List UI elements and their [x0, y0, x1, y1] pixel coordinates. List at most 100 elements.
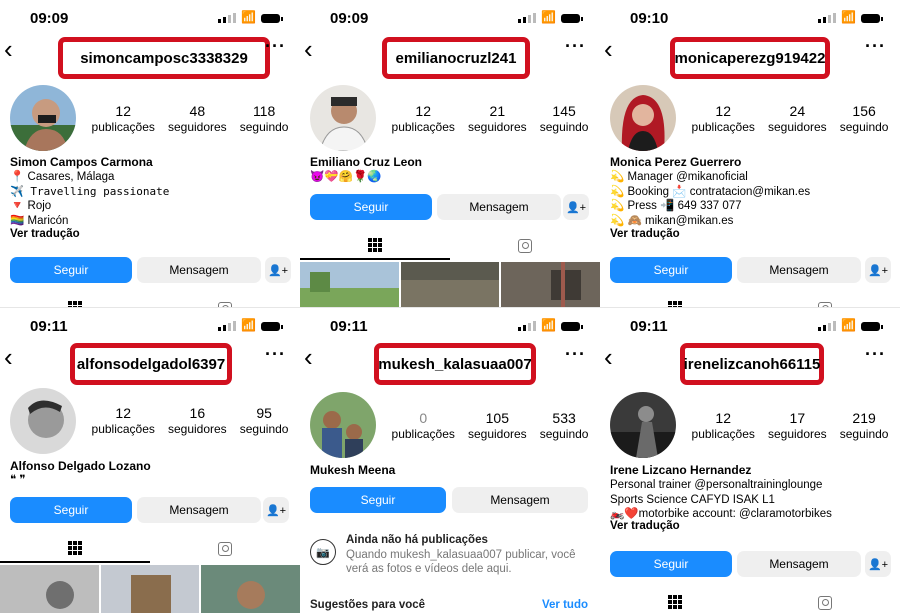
back-icon[interactable]: ‹ — [4, 36, 13, 62]
post-thumbnail[interactable] — [0, 565, 99, 613]
follow-button[interactable]: Seguir — [610, 257, 732, 283]
follow-button[interactable]: Seguir — [310, 194, 432, 220]
status-time: 09:09 — [30, 10, 69, 27]
following-stat[interactable]: 118 seguindo — [240, 103, 289, 134]
post-thumbnail[interactable] — [101, 565, 199, 613]
posts-stat[interactable]: 12 publicações — [392, 103, 455, 134]
message-button[interactable]: Mensagem — [137, 497, 261, 523]
avatar[interactable] — [10, 85, 76, 151]
grid-icon — [368, 238, 382, 252]
tab-posts-grid[interactable] — [600, 589, 750, 615]
add-user-button[interactable]: 👤+ — [263, 497, 289, 523]
posts-stat[interactable]: 12 publicações — [692, 410, 755, 441]
message-button[interactable]: Mensagem — [737, 257, 861, 283]
avatar[interactable] — [610, 85, 676, 151]
tab-tagged[interactable] — [450, 232, 600, 260]
follow-button[interactable]: Seguir — [610, 551, 732, 577]
grid-icon — [668, 595, 682, 609]
tab-tagged[interactable] — [150, 535, 300, 563]
tab-tagged[interactable] — [150, 295, 300, 307]
signal-icon — [518, 320, 537, 331]
follow-button[interactable]: Seguir — [310, 487, 446, 513]
more-options-icon[interactable]: ··· — [565, 344, 586, 365]
username: mukesh_kalasuaa007 — [378, 355, 532, 373]
bio-line: 💫 Booking 📩 contratacion@mikan.es — [610, 185, 811, 198]
followers-stat[interactable]: 48 seguidores — [168, 103, 227, 134]
status-bar: 09:11 📶 — [600, 308, 900, 344]
posts-stat[interactable]: 12 publicações — [92, 103, 155, 134]
posts-stat[interactable]: 0 publicações — [392, 410, 455, 441]
back-icon[interactable]: ‹ — [604, 36, 613, 62]
following-stat[interactable]: 219 seguindo — [840, 410, 889, 441]
bio-line: 💫 Manager @mikanoficial — [610, 171, 748, 183]
tab-posts-grid[interactable] — [300, 232, 450, 260]
post-thumbnail[interactable] — [501, 262, 600, 307]
profile-panel-6: 09:11 📶 ‹ irenelizcanoh66115 ··· 12 publi… — [600, 308, 900, 615]
message-button[interactable]: Mensagem — [452, 487, 588, 513]
see-translation-link[interactable]: Ver tradução — [610, 228, 680, 240]
following-stat[interactable]: 156 seguindo — [840, 103, 889, 134]
message-button[interactable]: Mensagem — [737, 551, 861, 577]
followers-stat[interactable]: 17 seguidores — [768, 410, 827, 441]
username-highlight: irenelizcanoh66115 — [680, 343, 824, 385]
see-translation-link[interactable]: Ver tradução — [10, 228, 80, 240]
suggestions-heading: Sugestões para você — [310, 599, 426, 611]
status-bar: 09:11 📶 — [0, 308, 300, 344]
post-thumbnail[interactable] — [401, 262, 499, 307]
followers-stat[interactable]: 24 seguidores — [768, 103, 827, 134]
avatar[interactable] — [310, 85, 376, 151]
followers-stat[interactable]: 16 seguidores — [168, 405, 227, 436]
back-icon[interactable]: ‹ — [304, 36, 313, 62]
add-user-icon: 👤+ — [867, 264, 889, 277]
tab-posts-grid[interactable] — [0, 535, 150, 563]
avatar[interactable] — [310, 392, 376, 458]
status-bar: 09:09 📶 — [300, 0, 600, 36]
full-name: Mukesh Meena — [310, 463, 396, 477]
see-all-link[interactable]: Ver tudo — [542, 599, 588, 611]
username: alfonsodelgadol6397 — [76, 355, 226, 373]
followers-stat[interactable]: 21 seguidores — [468, 103, 527, 134]
profile-panel-2: 09:09 📶 ‹ emilianocruzl241 ··· 12 publica… — [300, 0, 600, 307]
post-thumbnail[interactable] — [300, 262, 399, 307]
avatar[interactable] — [10, 388, 76, 454]
back-icon[interactable]: ‹ — [304, 344, 313, 370]
add-user-button[interactable]: 👤+ — [865, 551, 891, 577]
add-user-button[interactable]: 👤+ — [865, 257, 891, 283]
back-icon[interactable]: ‹ — [604, 344, 613, 370]
bio-line: 🏳️‍🌈 Maricón — [10, 214, 69, 227]
more-options-icon[interactable]: ··· — [265, 344, 286, 365]
wifi-icon: 📶 — [841, 318, 856, 332]
bio: Personal trainer @personaltraininglounge… — [610, 478, 832, 522]
tab-posts-grid[interactable] — [600, 295, 750, 307]
full-name: Simon Campos Carmona — [10, 155, 153, 169]
follow-button[interactable]: Seguir — [10, 497, 132, 523]
following-stat[interactable]: 145 seguindo — [540, 103, 589, 134]
following-stat[interactable]: 533 seguindo — [540, 410, 589, 441]
message-button[interactable]: Mensagem — [437, 194, 561, 220]
tab-tagged[interactable] — [750, 589, 900, 615]
profile-stats: 12 publicações 17 seguidores 219 seguindo — [685, 410, 895, 441]
message-button[interactable]: Mensagem — [137, 257, 261, 283]
username-highlight: alfonsodelgadol6397 — [70, 343, 232, 385]
more-options-icon[interactable]: ··· — [865, 36, 886, 57]
following-stat[interactable]: 95 seguindo — [240, 405, 289, 436]
more-options-icon[interactable]: ··· — [865, 344, 886, 365]
follow-button[interactable]: Seguir — [10, 257, 132, 283]
avatar[interactable] — [610, 392, 676, 458]
see-translation-link[interactable]: Ver tradução — [610, 520, 680, 532]
posts-stat[interactable]: 12 publicações — [692, 103, 755, 134]
post-thumbnail[interactable] — [201, 565, 300, 613]
more-options-icon[interactable]: ··· — [265, 36, 286, 57]
add-user-button[interactable]: 👤+ — [563, 194, 589, 220]
grid-icon — [68, 301, 82, 307]
tab-posts-grid[interactable] — [0, 295, 150, 307]
tab-tagged[interactable] — [750, 295, 900, 307]
posts-stat[interactable]: 12 publicações — [92, 405, 155, 436]
grid-icon — [668, 301, 682, 307]
more-options-icon[interactable]: ··· — [565, 36, 586, 57]
empty-posts-text: Quando mukesh_kalasuaa007 publicar, você… — [346, 549, 576, 575]
add-user-button[interactable]: 👤+ — [265, 257, 291, 283]
followers-stat[interactable]: 105 seguidores — [468, 410, 527, 441]
add-user-icon: 👤+ — [267, 264, 289, 277]
back-icon[interactable]: ‹ — [4, 344, 13, 370]
